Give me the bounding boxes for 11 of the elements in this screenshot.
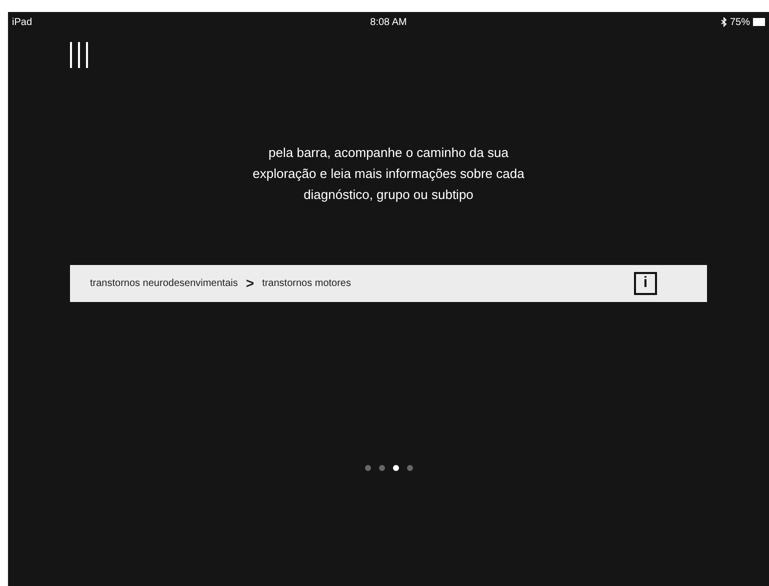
clock-time: 8:08 AM bbox=[370, 16, 407, 30]
separator-chevron: > bbox=[246, 274, 254, 293]
battery-percentage: 75% bbox=[730, 16, 750, 30]
battery-icon bbox=[752, 18, 765, 26]
bluetooth-icon bbox=[720, 17, 727, 27]
hint-text: pela barra, acompanhe o caminho da sua exploração e leia mais informações sobre cada diagnóstico, grupo ou subtipo bbox=[252, 144, 526, 204]
breadcrumb-item[interactable]: transtornos motores bbox=[262, 276, 351, 291]
menu-button[interactable] bbox=[70, 42, 88, 68]
device-name: iPad bbox=[12, 16, 32, 30]
info-button[interactable]: i bbox=[634, 272, 657, 295]
breadcrumb-item[interactable]: transtornos neurodesenvimentais bbox=[90, 276, 238, 291]
